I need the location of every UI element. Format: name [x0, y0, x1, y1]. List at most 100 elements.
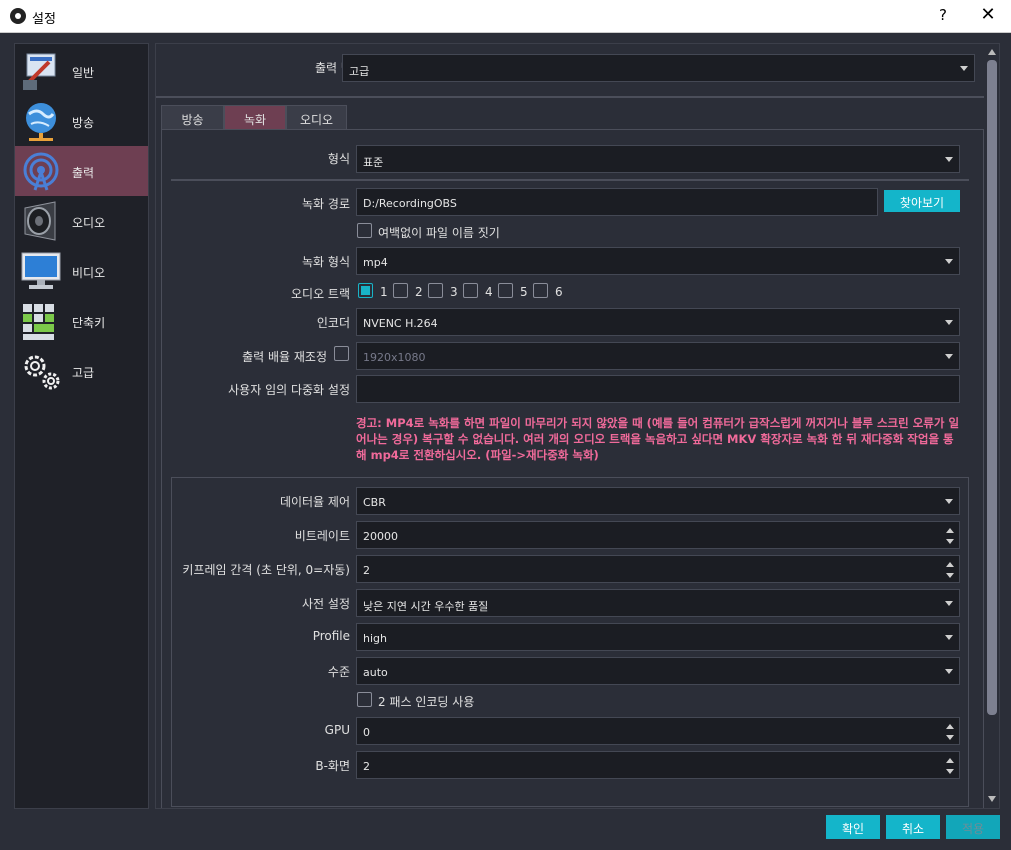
nav-item-advanced[interactable]: 고급 [15, 346, 148, 396]
rate-control-select[interactable]: CBR [356, 487, 960, 515]
bitrate-spinbox[interactable]: 20000 [356, 521, 960, 549]
keyframe-interval-spinbox[interactable]: 2 [356, 555, 960, 583]
scroll-down-arrow-icon[interactable] [988, 796, 996, 802]
recording-path-input[interactable]: D:/RecordingOBS [356, 188, 878, 216]
obs-logo-icon [10, 8, 26, 24]
nav-label: 출력 [72, 166, 95, 180]
apply-button[interactable]: 적용 [946, 815, 1000, 839]
nav-item-stream[interactable]: 방송 [15, 96, 148, 146]
audio-track-2-checkbox[interactable] [393, 283, 408, 298]
gpu-spinbox[interactable]: 0 [356, 717, 960, 745]
audio-track-label: 오디오 트랙 [290, 287, 350, 301]
custom-muxer-input[interactable] [356, 375, 960, 403]
vertical-scrollbar[interactable] [985, 44, 999, 808]
rescale-resolution-select[interactable]: 1920x1080 [356, 342, 960, 370]
recording-type-select[interactable]: 표준 [356, 145, 960, 173]
title-bar: 설정 ? ✕ [0, 0, 1011, 33]
divider [156, 96, 984, 98]
gpu-value: 0 [363, 726, 370, 739]
decrement-arrow-icon[interactable] [946, 769, 954, 774]
output-broadcast-icon [23, 152, 59, 191]
settings-nav: 일반 방송 출력 오디오 비디오 단축키 고급 [14, 43, 149, 809]
recording-format-select[interactable]: mp4 [356, 247, 960, 275]
recording-path-label: 녹화 경로 [302, 197, 350, 211]
rate-control-label: 데이터율 제어 [279, 495, 350, 509]
bitrate-value: 20000 [363, 530, 398, 543]
encoder-select[interactable]: NVENC H.264 [356, 308, 960, 336]
audio-track-number: 2 [415, 285, 423, 299]
decrement-arrow-icon[interactable] [946, 573, 954, 578]
nav-item-video[interactable]: 비디오 [15, 246, 148, 296]
tab-stream[interactable]: 방송 [161, 105, 224, 130]
nav-item-hotkeys[interactable]: 단축키 [15, 296, 148, 346]
chevron-down-icon [945, 354, 953, 359]
output-mode-select[interactable]: 고급 [342, 54, 975, 82]
level-label: 수준 [327, 665, 350, 679]
output-mode-value: 고급 [349, 65, 370, 78]
general-settings-icon [23, 53, 56, 90]
keyframe-interval-value: 2 [363, 564, 370, 577]
decrement-arrow-icon[interactable] [946, 735, 954, 740]
scrollbar-thumb[interactable] [987, 60, 997, 715]
scroll-up-arrow-icon[interactable] [988, 49, 996, 55]
two-pass-encoding-checkbox[interactable] [357, 692, 372, 707]
chevron-down-icon [960, 66, 968, 71]
level-select[interactable]: auto [356, 657, 960, 685]
encoder-label: 인코더 [316, 316, 350, 330]
audio-track-4-checkbox[interactable] [463, 283, 478, 298]
rescale-resolution-value: 1920x1080 [363, 351, 426, 364]
chevron-down-icon [945, 320, 953, 325]
tab-audio[interactable]: 오디오 [286, 105, 347, 130]
chevron-down-icon [945, 635, 953, 640]
chevron-down-icon [945, 157, 953, 162]
audio-track-1-checkbox[interactable] [358, 283, 373, 298]
nav-label: 오디오 [72, 216, 106, 230]
profile-select[interactable]: high [356, 623, 960, 651]
nav-label: 방송 [72, 116, 95, 130]
decrement-arrow-icon[interactable] [946, 539, 954, 544]
bitrate-label: 비트레이트 [294, 529, 350, 543]
rescale-output-checkbox[interactable] [334, 346, 349, 361]
chevron-down-icon [945, 259, 953, 264]
increment-arrow-icon[interactable] [946, 528, 954, 533]
audio-track-number: 5 [520, 285, 528, 299]
chevron-down-icon [945, 669, 953, 674]
nav-label: 비디오 [72, 266, 106, 280]
chevron-down-icon [945, 499, 953, 504]
audio-track-6-checkbox[interactable] [533, 283, 548, 298]
preset-value: 낮은 지연 시간 우수한 품질 [363, 600, 489, 613]
audio-track-number: 4 [485, 285, 493, 299]
browse-button[interactable]: 찾아보기 [884, 190, 960, 212]
nav-item-general[interactable]: 일반 [15, 46, 148, 96]
nav-item-output[interactable]: 출력 [15, 146, 148, 196]
increment-arrow-icon[interactable] [946, 758, 954, 763]
chevron-down-icon [945, 601, 953, 606]
increment-arrow-icon[interactable] [946, 562, 954, 567]
gpu-label: GPU [324, 723, 350, 737]
two-pass-encoding-label: 2 패스 인코딩 사용 [378, 695, 475, 709]
audio-track-5-checkbox[interactable] [498, 283, 513, 298]
rescale-output-label: 출력 배율 재조정 [242, 350, 327, 364]
help-button[interactable]: ? [936, 6, 950, 24]
ok-button[interactable]: 확인 [826, 815, 880, 839]
stream-globe-icon [26, 103, 56, 141]
audio-speaker-icon [24, 201, 56, 241]
close-button[interactable]: ✕ [978, 4, 998, 25]
video-monitor-icon [21, 252, 61, 289]
audio-track-3-checkbox[interactable] [428, 283, 443, 298]
audio-track-number: 3 [450, 285, 458, 299]
nav-item-audio[interactable]: 오디오 [15, 196, 148, 246]
audio-track-number: 6 [555, 285, 563, 299]
audio-track-number: 1 [380, 285, 388, 299]
no-space-filename-checkbox[interactable] [357, 223, 372, 238]
nav-label: 일반 [72, 66, 95, 80]
keyframe-interval-label: 키프레임 간격 (초 단위, 0=자동) [182, 563, 350, 577]
preset-select[interactable]: 낮은 지연 시간 우수한 품질 [356, 589, 960, 617]
increment-arrow-icon[interactable] [946, 724, 954, 729]
cancel-button[interactable]: 취소 [886, 815, 940, 839]
tab-recording[interactable]: 녹화 [224, 105, 286, 130]
custom-muxer-label: 사용자 임의 다중화 설정 [228, 383, 350, 397]
b-frames-spinbox[interactable]: 2 [356, 751, 960, 779]
mp4-warning-text: 경고: MP4로 녹화를 하면 파일이 마무리가 되지 않았을 때 (예를 들어… [356, 416, 960, 462]
recording-type-label: 형식 [327, 152, 350, 166]
